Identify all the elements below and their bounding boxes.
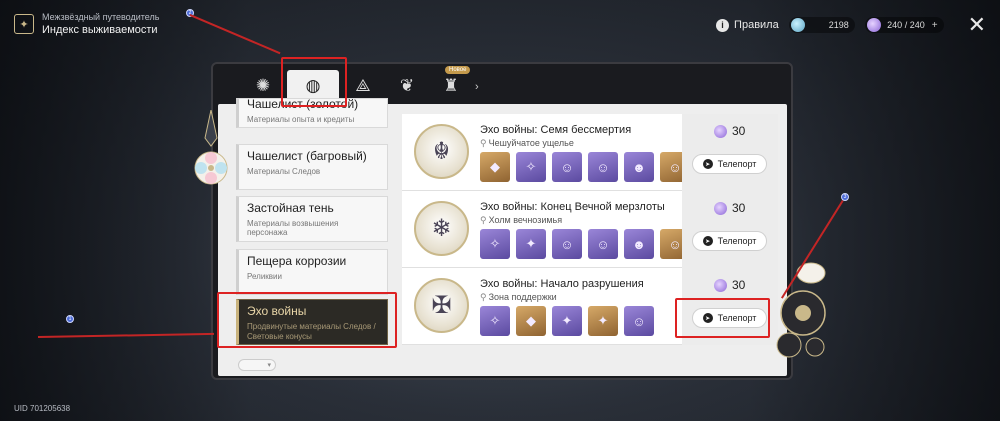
trailblaze-power-counter[interactable]: 240 / 240 + (864, 17, 944, 33)
category-subtitle: Материалы возвышения персонажа (247, 219, 339, 237)
uid-label: UID 701205638 (14, 404, 71, 413)
rewards-row: ✧ ✦ ☺ ☺ ☻ ☺ (480, 229, 690, 259)
category-title: Чашелист (багровый) (247, 149, 367, 163)
highlight-teleport (675, 298, 770, 338)
category-subtitle: Реликвии (247, 272, 282, 281)
flower-ornament-right (776, 262, 826, 358)
category-cavern-corrosion[interactable]: Пещера коррозии Реликвии (236, 249, 388, 295)
reward-item[interactable]: ✧ (480, 229, 510, 259)
tab-cavern[interactable]: ❦ (387, 70, 427, 102)
expand-toggle[interactable]: ▾ (238, 359, 276, 371)
book-icon: ✦ (14, 14, 34, 34)
reward-item[interactable]: ☺ (552, 229, 582, 259)
teleport-button[interactable]: ➤ Телепорт (692, 231, 767, 251)
location-label: Чешуйчатое ущелье (488, 138, 574, 148)
location: ⚲ Чешуйчатое ущелье (480, 138, 574, 149)
location: ⚲ Зона поддержки (480, 292, 557, 303)
cost-value: 30 (732, 124, 746, 138)
lotus-emblem-icon: ❦ (399, 76, 415, 95)
power-cost: 30 (714, 124, 745, 138)
stellar-jade-counter: 2198 (788, 17, 855, 33)
teleport-icon: ➤ (702, 236, 713, 246)
tower-emblem-icon: ♜ (443, 76, 459, 95)
category-subtitle: Материалы Следов (247, 167, 321, 176)
trailblaze-power-icon (714, 278, 727, 292)
reward-item[interactable]: ☺ (588, 152, 618, 182)
annotation-marker-1: 1 (66, 315, 74, 323)
location-label: Зона поддержки (488, 292, 557, 302)
power-cost: 30 (714, 278, 745, 292)
reward-item[interactable]: ✦ (516, 229, 546, 259)
cost-value: 30 (732, 201, 746, 215)
power-cost: 30 (714, 201, 745, 215)
reward-item[interactable]: ☻ (624, 152, 654, 182)
teleport-label: Телепорт (717, 236, 757, 246)
close-icon[interactable]: ✕ (968, 14, 986, 36)
reward-item[interactable]: ☻ (624, 229, 654, 259)
rewards-row: ✧ ◆ ✦ ✦ ☺ (480, 306, 654, 336)
guide-header: ✦ Межзвёздный путеводитель Индекс выжива… (14, 12, 159, 36)
cost-value: 30 (732, 278, 746, 292)
reward-item[interactable]: ☺ (588, 229, 618, 259)
trailblaze-power-icon (866, 18, 881, 32)
annotation-marker-3: 3 (841, 193, 849, 201)
reward-item[interactable]: ◆ (480, 152, 510, 182)
rules-button[interactable]: i Правила (716, 18, 779, 32)
location-label: Холм вечнозимья (488, 215, 563, 225)
location: ⚲ Холм вечнозимья (480, 215, 562, 226)
top-right-bar: i Правила 2198 240 / 240 + ✕ (716, 14, 986, 36)
rules-label: Правила (734, 19, 779, 31)
boss-portrait: ✠ (414, 278, 469, 333)
triangle-emblem-icon: ⟁ (355, 76, 371, 95)
reward-item[interactable]: ☺ (624, 306, 654, 336)
gear-emblem-icon: ✺ (255, 76, 271, 95)
reward-item[interactable]: ✦ (588, 306, 618, 336)
boss-portrait: ❄ (414, 201, 469, 256)
boss-portrait: ☬ (414, 124, 469, 179)
teleport-button[interactable]: ➤ Телепорт (692, 154, 767, 174)
category-subtitle: Материалы опыта и кредиты (247, 115, 355, 124)
plus-icon[interactable]: + (932, 20, 938, 31)
teleport-icon: ➤ (702, 159, 713, 169)
new-badge: Новое (445, 66, 471, 74)
list-item: ❄ Эхо войны: Конец Вечной мерзлоты ⚲ Холм… (402, 191, 778, 268)
reward-item[interactable]: ☺ (552, 152, 582, 182)
reward-item[interactable]: ✧ (480, 306, 510, 336)
entry-title: Эхо войны: Начало разрушения (480, 278, 644, 290)
reward-item[interactable]: ◆ (516, 306, 546, 336)
guide-subtitle: Межзвёздный путеводитель (42, 12, 160, 22)
stellar-jade-amount: 2198 (828, 20, 849, 30)
entry-title: Эхо войны: Семя бессмертия (480, 124, 632, 136)
tab-echo[interactable]: Новое ♜ (431, 66, 471, 102)
entry-title: Эхо войны: Конец Вечной мерзлоты (480, 201, 665, 213)
list-item: ☬ Эхо войны: Семя бессмертия ⚲ Чешуйчатое… (402, 114, 778, 191)
cost-panel: 30 ➤ Телепорт (682, 191, 778, 268)
category-title: Застойная тень (247, 201, 334, 215)
trailblaze-power-icon (714, 201, 727, 215)
trailblaze-power-icon (714, 124, 727, 138)
trailblaze-power-amount: 240 / 240 (887, 20, 925, 30)
location-pin-icon: ⚲ (480, 292, 487, 302)
category-title: Пещера коррозии (247, 254, 347, 268)
info-icon: i (716, 18, 730, 32)
reward-item[interactable]: ✧ (516, 152, 546, 182)
chevron-right-icon[interactable]: › (475, 70, 487, 104)
location-pin-icon: ⚲ (480, 138, 487, 148)
flower-ornament-left (194, 110, 228, 185)
stellar-jade-icon (790, 18, 805, 32)
rewards-row: ◆ ✧ ☺ ☺ ☻ ☺ (480, 152, 690, 182)
location-pin-icon: ⚲ (480, 215, 487, 225)
guide-title: Индекс выживаемости (42, 24, 158, 36)
highlight-echo-category (217, 292, 397, 348)
highlight-tab (281, 57, 347, 107)
reward-item[interactable]: ✦ (552, 306, 582, 336)
teleport-label: Телепорт (717, 159, 757, 169)
category-stagnant-shadow[interactable]: Застойная тень Материалы возвышения перс… (236, 196, 388, 242)
cost-panel: 30 ➤ Телепорт (682, 114, 778, 191)
category-calyx-crimson[interactable]: Чашелист (багровый) Материалы Следов (236, 144, 388, 190)
